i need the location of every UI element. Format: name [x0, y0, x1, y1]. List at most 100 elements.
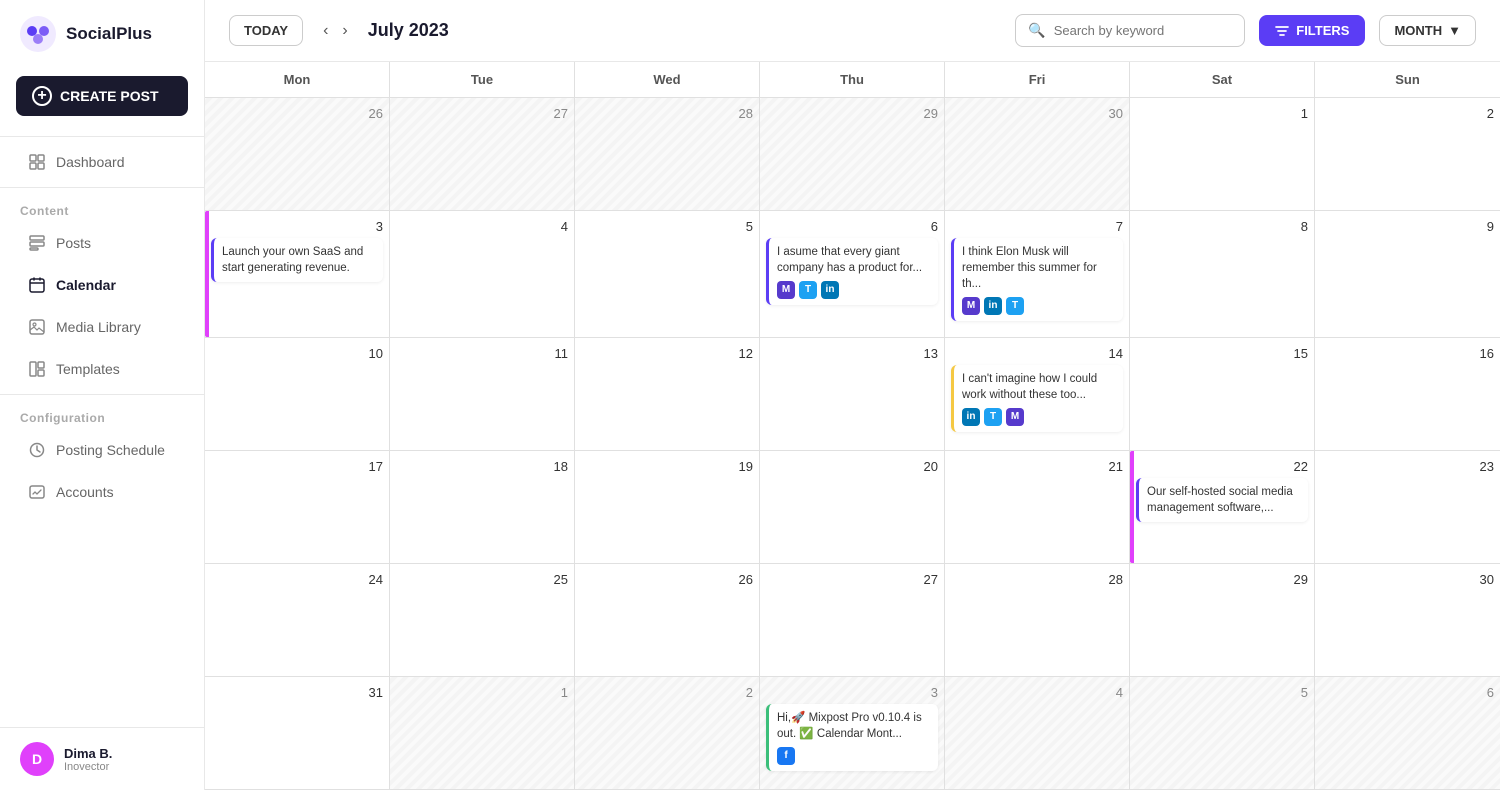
- user-info: Dima B. Inovector: [64, 746, 112, 773]
- calendar-cell[interactable]: 10: [205, 338, 390, 451]
- cell-date: 18: [396, 459, 568, 474]
- calendar-cell[interactable]: 8: [1130, 211, 1315, 337]
- calendar-cell[interactable]: 5: [1130, 677, 1315, 790]
- search-input[interactable]: [1054, 23, 1233, 38]
- calendar-cell[interactable]: 1: [1130, 98, 1315, 211]
- cell-date: 4: [951, 685, 1123, 700]
- event-text: Hi,🚀 Mixpost Pro v0.10.4 is out. ✅ Calen…: [777, 710, 930, 742]
- cell-date: 22: [1136, 459, 1308, 474]
- sidebar-item-posting-schedule[interactable]: Posting Schedule: [8, 431, 196, 469]
- calendar-cell[interactable]: 28: [945, 564, 1130, 677]
- calendar-cell[interactable]: 1: [390, 677, 575, 790]
- calendar-cell[interactable]: 26: [205, 98, 390, 211]
- event-card[interactable]: Launch your own SaaS and start generatin…: [211, 238, 383, 282]
- calendar-cell[interactable]: 27: [390, 98, 575, 211]
- filters-label: FILTERS: [1296, 23, 1349, 38]
- calendar-cell[interactable]: 30: [945, 98, 1130, 211]
- media-icon: [28, 318, 46, 336]
- user-name: Dima B.: [64, 746, 112, 761]
- event-card[interactable]: I think Elon Musk will remember this sum…: [951, 238, 1123, 321]
- cell-date: 3: [211, 219, 383, 234]
- calendar-cell[interactable]: 7I think Elon Musk will remember this su…: [945, 211, 1130, 337]
- sidebar-item-dashboard[interactable]: Dashboard: [8, 143, 196, 181]
- posts-label: Posts: [56, 235, 91, 251]
- calendar-cell[interactable]: 15: [1130, 338, 1315, 451]
- calendar-cell[interactable]: 26: [575, 564, 760, 677]
- templates-icon: [28, 360, 46, 378]
- calendar-cell[interactable]: 14I can't imagine how I could work witho…: [945, 338, 1130, 451]
- calendar-cell[interactable]: 17: [205, 451, 390, 564]
- calendar-cell[interactable]: 30: [1315, 564, 1500, 677]
- calendar-cell[interactable]: 27: [760, 564, 945, 677]
- calendar-cell[interactable]: 4: [945, 677, 1130, 790]
- sidebar-item-accounts[interactable]: Accounts: [8, 473, 196, 511]
- calendar-cell[interactable]: 13: [760, 338, 945, 451]
- sidebar-item-posts[interactable]: Posts: [8, 224, 196, 262]
- calendar-cell[interactable]: 20: [760, 451, 945, 564]
- calendar-cell[interactable]: 31: [205, 677, 390, 790]
- prev-month-button[interactable]: ‹: [317, 18, 334, 44]
- calendar-cell[interactable]: 2: [1315, 98, 1500, 211]
- calendar-cell[interactable]: 29: [760, 98, 945, 211]
- calendar-cell[interactable]: 25: [390, 564, 575, 677]
- calendar-cell[interactable]: 5: [575, 211, 760, 337]
- calendar-cell[interactable]: 12: [575, 338, 760, 451]
- calendar-header-thu: Thu: [760, 62, 945, 97]
- calendar-cell[interactable]: 18: [390, 451, 575, 564]
- calendar-cell[interactable]: 3 Launch your own SaaS and start generati…: [205, 211, 390, 337]
- cell-date: 26: [581, 572, 753, 587]
- mastodon-icon: M: [1006, 408, 1024, 426]
- sidebar-item-calendar[interactable]: Calendar: [8, 266, 196, 304]
- calendar-cell[interactable]: 6I asume that every giant company has a …: [760, 211, 945, 337]
- calendar-cell[interactable]: 9: [1315, 211, 1500, 337]
- calendar-cell[interactable]: 3 Hi,🚀 Mixpost Pro v0.10.4 is out. ✅ Cale…: [760, 677, 945, 790]
- configuration-section-title: Configuration: [0, 399, 204, 429]
- calendar-cell[interactable]: 23: [1315, 451, 1500, 564]
- logo-icon: [20, 16, 56, 52]
- calendar-cell[interactable]: 2: [575, 677, 760, 790]
- create-post-button[interactable]: + CREATE POST: [16, 76, 188, 116]
- month-view-button[interactable]: MONTH ▼: [1379, 15, 1476, 46]
- create-post-label: CREATE POST: [60, 88, 159, 104]
- cell-date: 16: [1321, 346, 1494, 361]
- filter-icon: [1275, 24, 1289, 38]
- event-text: I think Elon Musk will remember this sum…: [962, 244, 1115, 292]
- cell-date: 5: [581, 219, 753, 234]
- event-card[interactable]: I can't imagine how I could work without…: [951, 365, 1123, 432]
- cell-date: 21: [951, 459, 1123, 474]
- month-title: July 2023: [368, 20, 478, 41]
- calendar-cell[interactable]: 16: [1315, 338, 1500, 451]
- sidebar-divider-2: [0, 187, 204, 188]
- event-accent-bar: [205, 211, 209, 336]
- cell-date: 26: [211, 106, 383, 121]
- calendar-cell[interactable]: 19: [575, 451, 760, 564]
- sidebar-divider-3: [0, 394, 204, 395]
- sidebar-item-media-library[interactable]: Media Library: [8, 308, 196, 346]
- sidebar-item-templates[interactable]: Templates: [8, 350, 196, 388]
- calendar-icon: [28, 276, 46, 294]
- filters-button[interactable]: FILTERS: [1259, 15, 1365, 46]
- calendar-wrap: MonTueWedThuFriSatSun 2627282930123Launc…: [205, 62, 1500, 790]
- event-social-icons: MTin: [777, 281, 930, 299]
- event-card[interactable]: Our self-hosted social media management …: [1136, 478, 1308, 522]
- today-button[interactable]: TODAY: [229, 15, 303, 46]
- event-card[interactable]: I asume that every giant company has a p…: [766, 238, 938, 305]
- calendar-cell[interactable]: 29: [1130, 564, 1315, 677]
- user-org: Inovector: [64, 761, 112, 773]
- calendar-cell[interactable]: 11: [390, 338, 575, 451]
- user-profile[interactable]: D Dima B. Inovector: [0, 727, 204, 790]
- calendar-cell[interactable]: 28: [575, 98, 760, 211]
- next-month-button[interactable]: ›: [336, 18, 353, 44]
- event-card[interactable]: Hi,🚀 Mixpost Pro v0.10.4 is out. ✅ Calen…: [766, 704, 938, 771]
- cell-date: 24: [211, 572, 383, 587]
- calendar-cell[interactable]: 4: [390, 211, 575, 337]
- calendar-header-fri: Fri: [945, 62, 1130, 97]
- search-box[interactable]: 🔍: [1015, 14, 1245, 47]
- calendar-cell[interactable]: 6: [1315, 677, 1500, 790]
- cell-date: 4: [396, 219, 568, 234]
- calendar-cell[interactable]: 24: [205, 564, 390, 677]
- calendar-cell[interactable]: 21: [945, 451, 1130, 564]
- cell-date: 3: [766, 685, 938, 700]
- schedule-icon: [28, 441, 46, 459]
- calendar-cell[interactable]: 22 Our self-hosted social media managemen…: [1130, 451, 1315, 564]
